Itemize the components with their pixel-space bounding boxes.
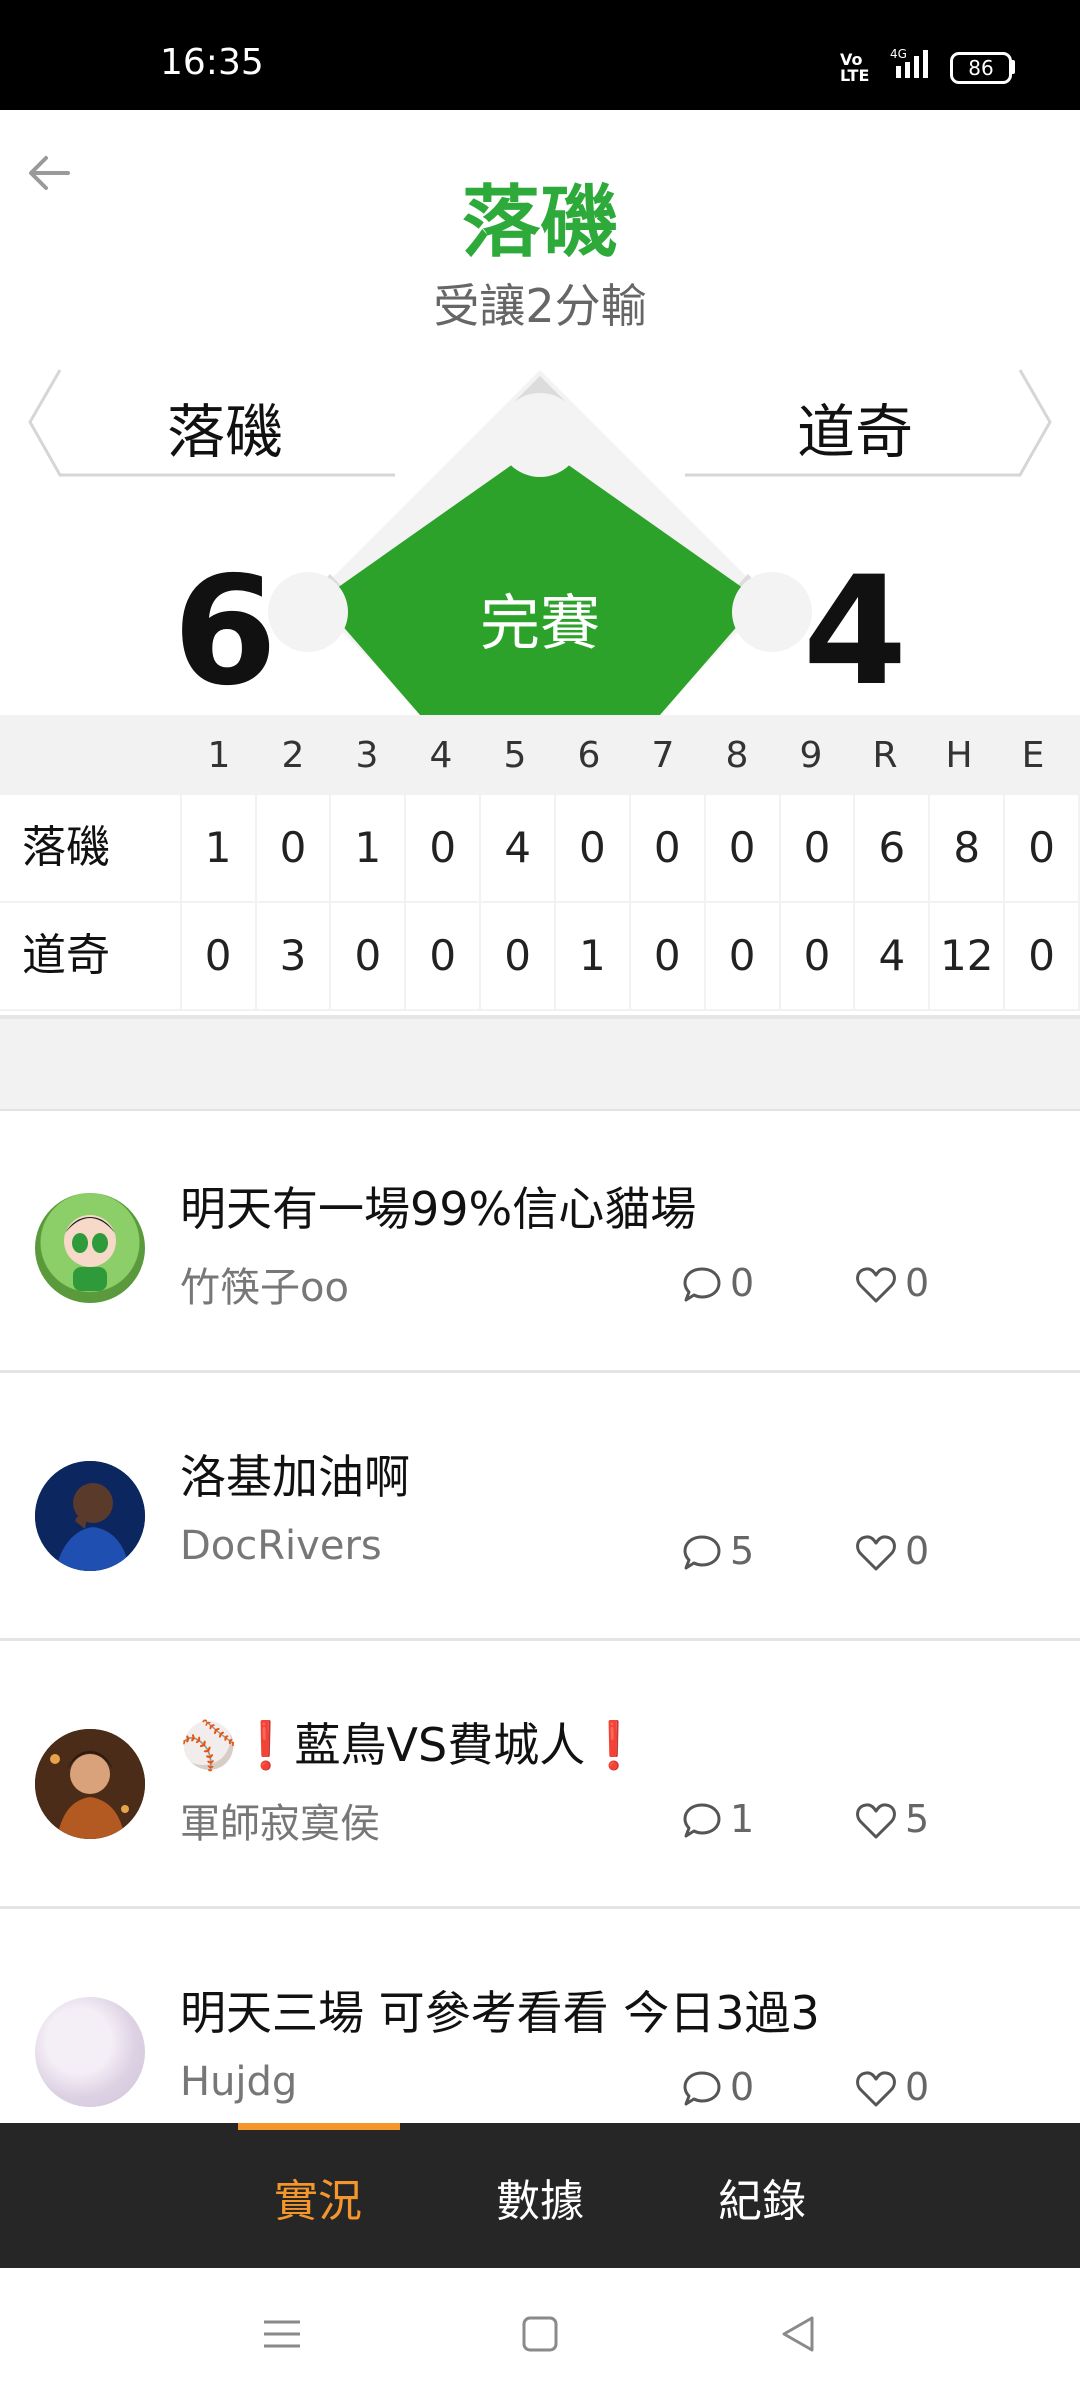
score-cell: 0 [705, 903, 779, 1009]
back-triangle-icon[interactable] [778, 2314, 818, 2358]
tab-live[interactable]: 實況 [238, 2165, 398, 2229]
post-author: Hujdg [180, 2059, 298, 2105]
post-title[interactable]: ⚾❗藍鳥VS費城人❗ [180, 1709, 643, 1775]
post-author: 軍師寂寞侯 [180, 1801, 380, 1847]
battery-tip [1010, 60, 1015, 74]
inning-header: 4 [429, 734, 453, 776]
hits-header: H [945, 734, 973, 776]
inning-header: 6 [577, 734, 601, 776]
score-cell: 0 [705, 795, 779, 901]
like-count: 5 [905, 1797, 930, 1841]
comment-icon[interactable] [682, 2069, 722, 2109]
result-subtitle: 受讓2分輸 [433, 279, 647, 333]
like-count: 0 [905, 2065, 930, 2109]
status-time: 16:35 [160, 42, 264, 83]
post-title[interactable]: 明天有一場99%信心貓場 [180, 1173, 696, 1239]
row-team-name: 道奇 [0, 903, 180, 1009]
comment-count: 0 [730, 1261, 755, 1305]
menu-icon[interactable] [262, 2314, 302, 2358]
post-title[interactable]: 明天三場 可參考看看 今日3過3 [180, 1977, 820, 2043]
battery-icon: 86 [950, 52, 1012, 84]
score-cell: 3 [256, 903, 330, 1009]
comment-count: 0 [730, 2065, 755, 2109]
inning-header: 1 [207, 734, 231, 776]
system-nav-bar [0, 2268, 1080, 2400]
row-team-name: 落磯 [0, 795, 180, 901]
line-score-table: 1 2 3 4 5 6 7 8 9 R H E 落磯 1 0 1 0 4 0 0… [0, 715, 1080, 1011]
score-cell: 0 [630, 903, 704, 1009]
score-cell: 0 [555, 795, 629, 901]
score-cell: 0 [780, 903, 854, 1009]
home-icon[interactable] [520, 2314, 560, 2358]
inning-header: 3 [355, 734, 379, 776]
runs-cell: 6 [855, 795, 929, 901]
table-row: 落磯 1 0 1 0 4 0 0 0 0 6 8 0 [0, 795, 1080, 901]
score-cell: 0 [406, 903, 480, 1009]
score-cell: 1 [555, 903, 629, 1009]
runs-cell: 4 [855, 903, 929, 1009]
comment-icon[interactable] [682, 1265, 722, 1305]
score-cell: 0 [181, 903, 255, 1009]
comment-count: 5 [730, 1529, 755, 1573]
tab-stats[interactable]: 數據 [460, 2165, 620, 2229]
score-cell: 0 [331, 903, 405, 1009]
network-type: 4G [890, 47, 907, 61]
inning-header: 9 [799, 734, 823, 776]
errors-header: E [1021, 734, 1045, 776]
post-author: 竹筷子oo [180, 1265, 349, 1311]
home-team-score: 6 [172, 545, 278, 719]
tab-records[interactable]: 紀錄 [682, 2165, 842, 2229]
inning-header: 7 [651, 734, 675, 776]
signal-icon: 4G [890, 46, 938, 84]
score-cell: 0 [256, 795, 330, 901]
avatar[interactable] [35, 1997, 145, 2107]
score-cell: 0 [780, 795, 854, 901]
avatar[interactable] [35, 1461, 145, 1571]
hits-cell: 8 [930, 795, 1004, 901]
heart-icon[interactable] [855, 1265, 897, 1305]
table-row: 道奇 0 3 0 0 0 1 0 0 0 4 12 0 [0, 903, 1080, 1009]
page-title: 落磯 [461, 178, 618, 268]
errors-cell: 0 [1005, 903, 1078, 1009]
line-score-header: 1 2 3 4 5 6 7 8 9 R H E [0, 715, 1080, 795]
avatar[interactable] [35, 1729, 145, 1839]
comment-icon[interactable] [682, 1801, 722, 1841]
hits-cell: 12 [930, 903, 1004, 1009]
list-item[interactable]: 明天有一場99%信心貓場 竹筷子oo 0 0 [0, 1105, 1080, 1373]
runs-header: R [872, 734, 898, 776]
score-cell: 1 [181, 795, 255, 901]
home-team-name: 落磯 [166, 398, 283, 466]
errors-cell: 0 [1005, 795, 1078, 901]
score-cell: 1 [331, 795, 405, 901]
away-team-score: 4 [802, 545, 908, 719]
list-item[interactable]: ⚾❗藍鳥VS費城人❗ 軍師寂寞侯 1 5 [0, 1641, 1080, 1909]
heart-icon[interactable] [855, 1533, 897, 1573]
score-cell: 4 [481, 795, 554, 901]
score-cell: 0 [406, 795, 480, 901]
list-item[interactable]: 洛基加油啊 DocRivers 5 0 [0, 1373, 1080, 1641]
active-tab-indicator [238, 2123, 400, 2130]
heart-icon[interactable] [855, 1801, 897, 1841]
volte-icon: Vo LTE [840, 50, 870, 85]
inning-header: 2 [281, 734, 305, 776]
avatar[interactable] [35, 1193, 145, 1303]
comment-icon[interactable] [682, 1533, 722, 1573]
heart-icon[interactable] [855, 2069, 897, 2109]
section-divider [0, 1015, 1080, 1111]
post-title[interactable]: 洛基加油啊 [180, 1441, 410, 1507]
game-status: 完賽 [480, 589, 600, 659]
like-count: 0 [905, 1261, 930, 1305]
score-cell: 0 [481, 903, 554, 1009]
away-team-name: 道奇 [796, 398, 913, 466]
comment-count: 1 [730, 1797, 755, 1841]
inning-header: 8 [725, 734, 749, 776]
post-author: DocRivers [180, 1523, 382, 1569]
score-cell: 0 [630, 795, 704, 901]
inning-header: 5 [503, 734, 527, 776]
like-count: 0 [905, 1529, 930, 1573]
